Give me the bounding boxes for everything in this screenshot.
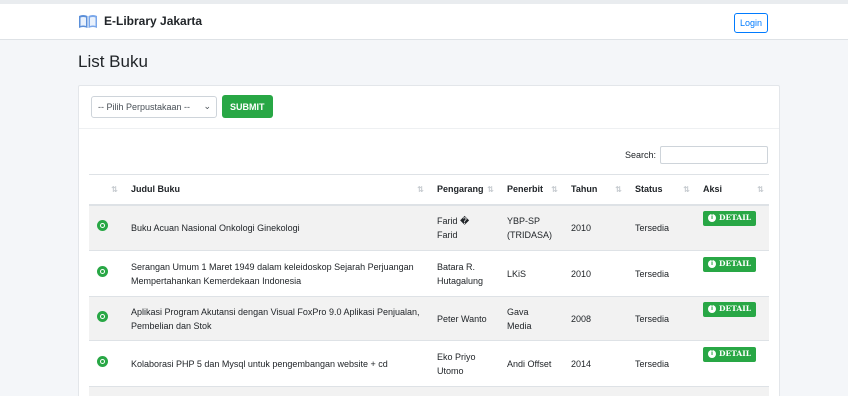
sort-icon: ⇅ xyxy=(757,185,764,194)
column-header-tahun[interactable]: Tahun ⇅ xyxy=(563,174,627,206)
search-box: Search: xyxy=(625,146,769,164)
book-status: Tersedia xyxy=(627,296,695,341)
info-icon: i xyxy=(708,260,716,268)
expand-column-header[interactable]: ⇅ xyxy=(89,174,123,206)
expand-row-icon[interactable] xyxy=(97,356,108,367)
book-year: 2008 xyxy=(563,296,627,341)
table-row: Buku Acuan Nasional Onkologi Ginekologi … xyxy=(89,204,769,251)
book-status: Tersedia xyxy=(627,204,695,251)
divider xyxy=(79,128,779,129)
book-publisher: YBP-SP (TRIDASA) xyxy=(499,204,563,251)
book-list-card: -- Pilih Perpustakaan -- ⌄ SUBMIT Search… xyxy=(78,85,780,396)
info-icon: i xyxy=(708,214,716,223)
sort-icon: ⇅ xyxy=(615,185,622,194)
library-select-value: -- Pilih Perpustakaan -- xyxy=(98,101,191,112)
page-title: List Buku xyxy=(78,52,148,71)
column-header-pengarang[interactable]: Pengarang ⇅ xyxy=(429,174,499,206)
sort-icon: ⇅ xyxy=(683,185,690,194)
expand-row-icon[interactable] xyxy=(97,266,108,277)
expand-row-icon[interactable] xyxy=(97,311,108,322)
book-publisher: Gava Media xyxy=(499,296,563,341)
filter-toolbar: -- Pilih Perpustakaan -- ⌄ SUBMIT xyxy=(91,95,273,118)
sort-icon: ⇅ xyxy=(111,185,118,194)
chevron-down-icon: ⌄ xyxy=(203,100,211,111)
brand[interactable]: E-Library Jakarta xyxy=(78,13,202,29)
column-header-aksi[interactable]: Aksi ⇅ xyxy=(695,174,769,206)
sort-icon: ⇅ xyxy=(487,185,494,194)
expand-row-icon[interactable] xyxy=(97,220,108,232)
open-book-icon xyxy=(79,15,97,28)
info-icon: i xyxy=(708,305,716,313)
table-row xyxy=(89,386,769,396)
table-row: Kolaborasi PHP 5 dan Mysql untuk pengemb… xyxy=(89,340,769,387)
submit-button[interactable]: SUBMIT xyxy=(222,95,273,118)
sort-icon: ⇅ xyxy=(551,185,558,194)
info-icon: i xyxy=(708,350,716,358)
table-header-row: ⇅ Judul Buku ⇅ Pengarang ⇅ Penerbit ⇅ Tahun… xyxy=(89,174,769,206)
book-title: Buku Acuan Nasional Onkologi Ginekologi xyxy=(123,204,429,251)
table-row: Serangan Umum 1 Maret 1949 dalam keleido… xyxy=(89,250,769,297)
book-status: Tersedia xyxy=(627,340,695,387)
book-title: Serangan Umum 1 Maret 1949 dalam keleido… xyxy=(123,250,429,297)
book-author: Peter Wanto xyxy=(429,296,499,341)
table-row: Aplikasi Program Akutansi dengan Visual … xyxy=(89,296,769,341)
detail-button[interactable]: i DETAIL xyxy=(703,256,756,272)
book-status: Tersedia xyxy=(627,250,695,297)
book-table: ⇅ Judul Buku ⇅ Pengarang ⇅ Penerbit ⇅ Tahun… xyxy=(89,174,769,396)
book-year: 2014 xyxy=(563,340,627,387)
brand-title: E-Library Jakarta xyxy=(104,14,203,28)
column-header-status[interactable]: Status ⇅ xyxy=(627,174,695,206)
book-year: 2010 xyxy=(563,204,627,251)
book-author: Batara R. Hutagalung xyxy=(429,250,499,297)
search-label: Search: xyxy=(625,150,657,160)
book-year: 2010 xyxy=(563,250,627,297)
detail-button[interactable]: i DETAIL xyxy=(703,301,756,317)
column-header-judul[interactable]: Judul Buku ⇅ xyxy=(123,174,429,206)
sort-icon: ⇅ xyxy=(417,185,424,194)
book-publisher: LKiS xyxy=(499,250,563,297)
login-button[interactable]: Login xyxy=(734,13,769,33)
column-header-penerbit[interactable]: Penerbit ⇅ xyxy=(499,174,563,206)
book-title: Kolaborasi PHP 5 dan Mysql untuk pengemb… xyxy=(123,340,429,387)
detail-button[interactable]: i DETAIL xyxy=(703,210,756,226)
book-publisher: Andi Offset xyxy=(499,340,563,387)
detail-button[interactable]: i DETAIL xyxy=(703,346,756,362)
library-select[interactable]: -- Pilih Perpustakaan -- ⌄ xyxy=(91,95,217,118)
navbar: E-Library Jakarta Login xyxy=(0,4,848,40)
search-input[interactable] xyxy=(660,146,769,164)
book-title: Aplikasi Program Akutansi dengan Visual … xyxy=(123,296,429,341)
book-author: Farid � Farid xyxy=(429,204,499,251)
book-author: Eko Priyo Utomo xyxy=(429,340,499,387)
